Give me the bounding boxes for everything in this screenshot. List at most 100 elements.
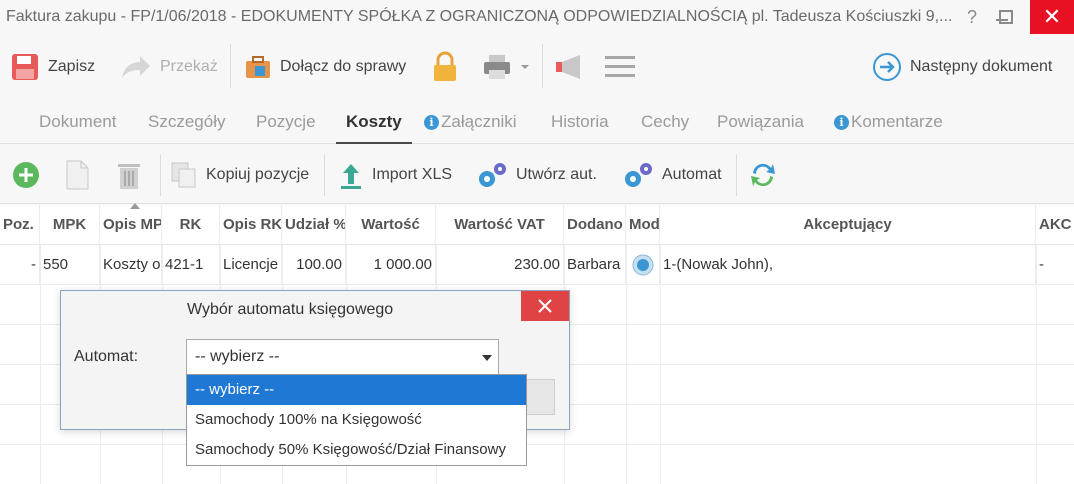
automat-select[interactable]: -- wybierz --: [186, 339, 499, 375]
dropdown-option[interactable]: Samochody 100% na Księgowość: [187, 405, 526, 435]
column-header[interactable]: AKC: [1036, 205, 1074, 245]
copy-icon: [171, 162, 196, 188]
cell-wartosc: 1 000.00: [346, 245, 436, 285]
toolbar-separator: [736, 154, 737, 196]
refresh-button[interactable]: [748, 158, 786, 192]
column-header[interactable]: Opis RK: [220, 205, 282, 245]
info-icon: i: [834, 114, 849, 130]
add-button[interactable]: [12, 158, 48, 192]
dropdown-option[interactable]: -- wybierz --: [187, 375, 526, 405]
create-auto-label: Utwórz aut.: [516, 166, 597, 183]
tab-label: Załączniki: [441, 112, 517, 131]
toolbar-separator: [542, 44, 543, 88]
tab-bar: Dokument Szczegóły Pozycje Koszty i Załąc…: [0, 100, 1074, 144]
tab-label: Dokument: [39, 112, 117, 131]
tab-powiazania[interactable]: Powiązania: [717, 112, 804, 132]
new-document-button[interactable]: [64, 158, 98, 192]
toolbar-separator: [230, 44, 231, 88]
lock-icon: [434, 51, 456, 81]
briefcase-icon: [246, 56, 270, 78]
main-toolbar: Zapisz Przekaż Dołącz do sprawy Następny…: [0, 38, 1074, 96]
plus-circle-icon: [13, 162, 39, 188]
column-header[interactable]: Wartość VAT: [436, 205, 564, 245]
announce-button[interactable]: [554, 48, 592, 86]
trash-icon: [118, 164, 140, 189]
column-header[interactable]: Akceptujący: [660, 205, 1036, 245]
info-circle-icon[interactable]: [632, 254, 654, 276]
info-icon: i: [424, 114, 439, 130]
chevron-down-icon: [482, 355, 492, 361]
attach-case-button[interactable]: Dołącz do sprawy: [244, 48, 406, 86]
tab-label: Pozycje: [256, 112, 316, 131]
column-header[interactable]: Wartość: [346, 205, 436, 245]
column-header[interactable]: Dodano: [564, 205, 626, 245]
column-header[interactable]: MPK: [40, 205, 100, 245]
grid-line: [660, 245, 661, 484]
dropdown-option[interactable]: Samochody 50% Księgowość/Dział Finansowy: [187, 435, 526, 465]
toolbar-separator: [324, 154, 325, 196]
column-header[interactable]: Opis MP: [100, 205, 162, 245]
tab-zalaczniki[interactable]: i Załączniki: [424, 112, 517, 132]
column-header[interactable]: RK: [162, 205, 220, 245]
create-auto-button[interactable]: Utwórz aut.: [476, 158, 597, 192]
close-icon: [538, 299, 552, 313]
dialog-close-button[interactable]: [521, 291, 569, 321]
automat-label: Automat:: [74, 348, 139, 365]
tab-pozycje[interactable]: Pozycje: [256, 112, 316, 132]
gears-icon: [625, 163, 652, 187]
delete-button[interactable]: [116, 158, 150, 192]
close-button[interactable]: ✕: [1030, 0, 1074, 34]
column-header[interactable]: Mod: [626, 205, 660, 245]
import-xls-button[interactable]: Import XLS: [338, 158, 452, 192]
maximize-icon-wrap[interactable]: [996, 0, 1016, 34]
dialog-confirm-button[interactable]: [525, 379, 555, 415]
document-icon: [66, 160, 89, 190]
automat-dropdown-list: -- wybierz -- Samochody 100% na Księgowo…: [186, 374, 527, 466]
toolbar-separator: [160, 154, 161, 196]
next-document-button[interactable]: Następny dokument: [872, 48, 1052, 86]
grid-line: [40, 245, 41, 484]
next-document-label: Następny dokument: [910, 58, 1053, 75]
cell-opis-mpk: Koszty o: [100, 245, 162, 285]
copy-items-button[interactable]: Kopiuj pozycje: [170, 158, 309, 192]
print-button[interactable]: [482, 48, 538, 86]
cell-wartosc-vat: 230.00: [436, 245, 564, 285]
sort-ascending-icon: [130, 203, 140, 209]
upload-icon: [341, 164, 361, 189]
forward-button[interactable]: Przekaż: [120, 48, 218, 86]
tab-label: Komentarze: [851, 112, 943, 131]
megaphone-icon: [556, 55, 580, 79]
tab-label: Szczegóły: [148, 112, 226, 131]
save-button[interactable]: Zapisz: [10, 48, 95, 86]
column-header[interactable]: Poz.: [0, 205, 40, 245]
grid-header: Poz. MPK Opis MP RK Opis RK Udział % War…: [0, 203, 1074, 245]
refresh-icon: [751, 163, 775, 187]
tab-historia[interactable]: Historia: [551, 112, 609, 132]
arrow-right-circle-icon: [873, 53, 901, 81]
window-title: Faktura zakupu - FP/1/06/2018 - EDOKUMEN…: [6, 8, 953, 25]
save-label: Zapisz: [48, 58, 96, 75]
automat-button[interactable]: Automat: [622, 158, 722, 192]
grid-line: [1036, 245, 1037, 484]
cell-poz: -: [0, 245, 40, 285]
help-button[interactable]: ?: [960, 0, 984, 34]
tab-cechy[interactable]: Cechy: [641, 112, 689, 132]
menu-button[interactable]: [604, 48, 644, 86]
copy-items-label: Kopiuj pozycje: [206, 166, 310, 183]
tab-label: Cechy: [641, 112, 690, 131]
tab-koszty[interactable]: Koszty: [336, 112, 412, 144]
forward-label: Przekaż: [160, 58, 218, 75]
tab-dokument[interactable]: Dokument: [39, 112, 116, 132]
printer-icon: [484, 55, 510, 79]
tab-komentarze[interactable]: i Komentarze: [834, 112, 943, 132]
costs-toolbar: Kopiuj pozycje Import XLS Utwórz aut. Au…: [0, 146, 1074, 204]
tab-label: Koszty: [346, 112, 402, 131]
column-header[interactable]: Udział %: [282, 205, 346, 245]
cell-mod: [626, 245, 660, 285]
grid-line: [626, 245, 627, 484]
tab-szczegoly[interactable]: Szczegóły: [148, 112, 225, 132]
tab-label: Powiązania: [717, 112, 804, 131]
lock-button[interactable]: [432, 48, 466, 86]
tab-label: Historia: [551, 112, 609, 131]
gears-icon: [479, 163, 506, 187]
